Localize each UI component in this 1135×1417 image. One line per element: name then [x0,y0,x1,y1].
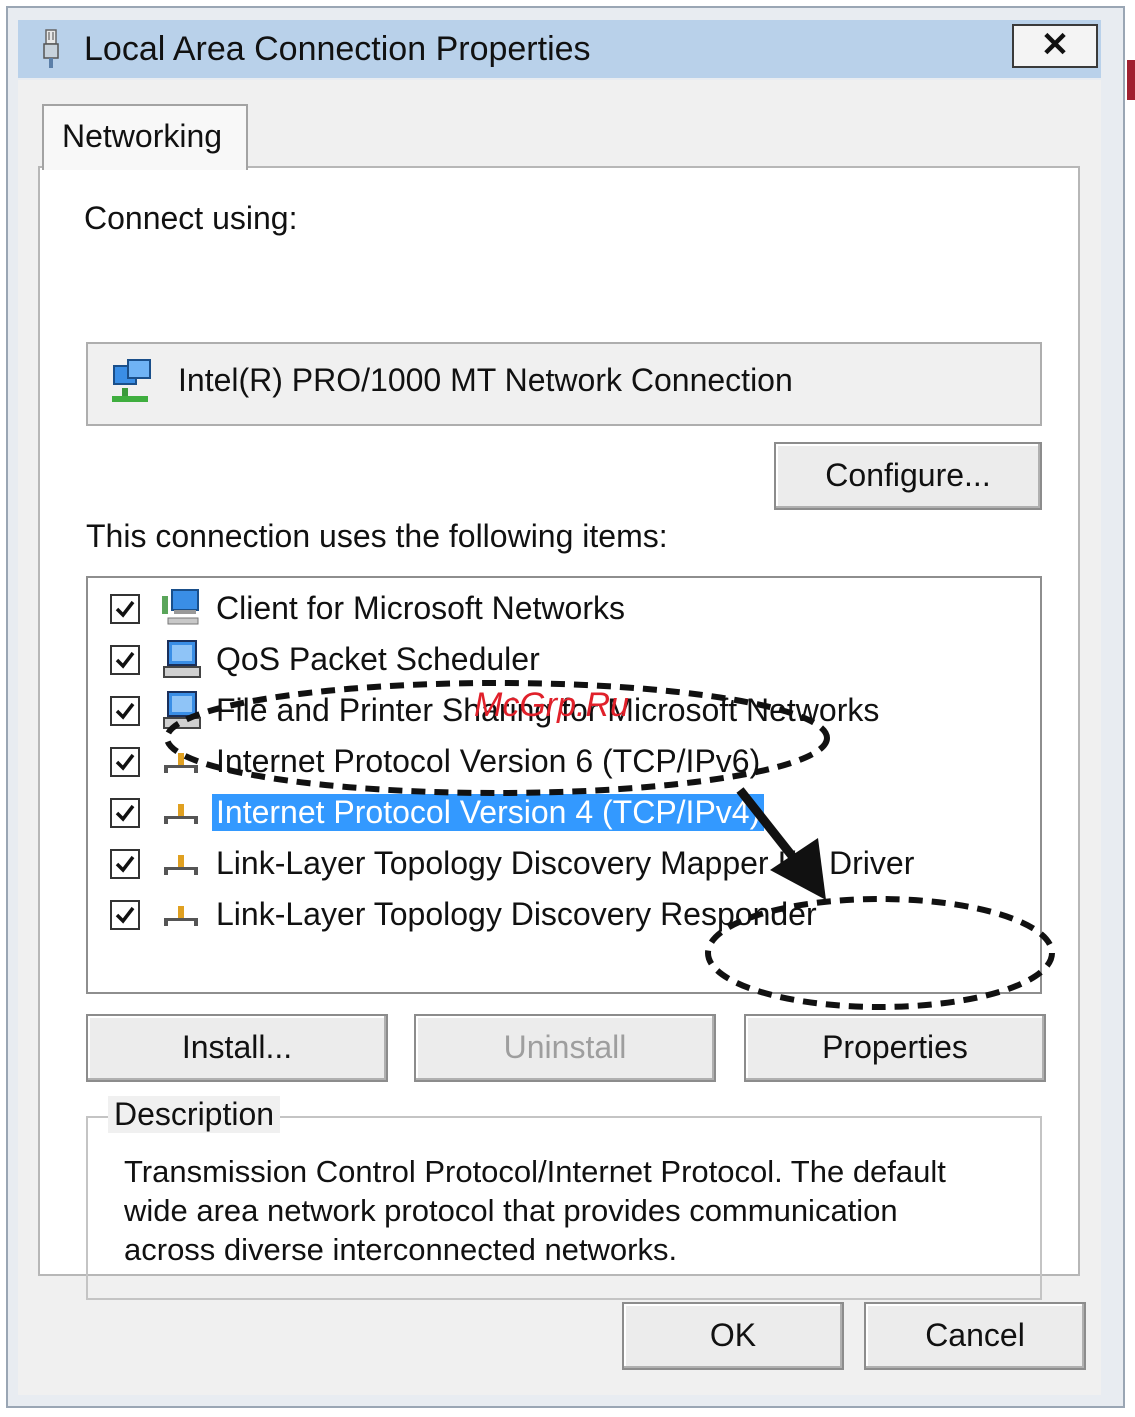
checkmark-icon [115,804,135,822]
protocol-icon [164,855,198,875]
close-button[interactable]: ✕ [1012,24,1098,68]
list-item[interactable]: Internet Protocol Version 6 (TCP/IPv6) [88,739,1028,785]
adapter-field: Intel(R) PRO/1000 MT Network Connection [86,342,1042,426]
description-line: across diverse interconnected networks. [124,1232,678,1267]
list-item-label: Link-Layer Topology Discovery Mapper I/O… [216,845,915,881]
title-bar[interactable]: Local Area Connection Properties ✕ [18,20,1101,78]
network-connector-icon [43,29,59,68]
tab-networking[interactable]: Networking [42,104,248,170]
tab-networking-label: Networking [62,118,223,154]
checkbox[interactable] [110,645,140,675]
checkmark-icon [115,651,135,669]
list-item[interactable]: Link-Layer Topology Discovery Responder [88,892,1028,938]
description-group: Description Transmission Control Protoco… [86,1096,1042,1300]
list-item[interactable]: Link-Layer Topology Discovery Mapper I/O… [88,841,1028,887]
checkbox[interactable] [110,900,140,930]
checkmark-icon [115,753,135,771]
list-item[interactable]: QoS Packet Scheduler [88,637,1028,683]
protocol-icon [164,906,198,926]
cancel-button[interactable]: Cancel [864,1302,1086,1370]
client-network-icon [162,589,199,625]
checkbox[interactable] [110,798,140,828]
items-label: This connection uses the following items… [86,518,668,554]
list-item-selected[interactable]: Internet Protocol Version 4 (TCP/IPv4) [88,790,1028,836]
configure-button[interactable]: Configure... [774,442,1042,510]
computer-icon [163,640,201,678]
description-line: Transmission Control Protocol/Internet P… [124,1154,946,1189]
list-item[interactable]: Client for Microsoft Networks [88,586,1028,632]
description-line: wide area network protocol that provides… [124,1193,898,1228]
list-item-label: Link-Layer Topology Discovery Responder [216,896,817,932]
watermark: McGrp.Ru [474,686,629,724]
uninstall-button[interactable]: Uninstall [414,1014,716,1082]
checkmark-icon [115,906,135,924]
window-title: Local Area Connection Properties [84,30,591,68]
properties-button[interactable]: Properties [744,1014,1046,1082]
protocol-icon [164,804,198,824]
checkbox[interactable] [110,849,140,879]
connect-using-label: Connect using: [84,200,298,236]
install-button[interactable]: Install... [86,1014,388,1082]
items-list[interactable]: Client for Microsoft Networks QoS Packet… [86,576,1042,994]
ok-button[interactable]: OK [622,1302,844,1370]
protocol-icon [164,753,198,773]
checkmark-icon [115,600,135,618]
dialog-client-area: Networking Connect using: Intel(R) PRO/1… [18,80,1101,1395]
checkbox[interactable] [110,594,140,624]
background-edge [1127,60,1135,100]
description-legend: Description [108,1096,281,1133]
checkmark-icon [115,855,135,873]
close-icon: ✕ [1040,26,1070,64]
list-item-label: Internet Protocol Version 6 (TCP/IPv6) [216,743,761,779]
list-item-label: Internet Protocol Version 4 (TCP/IPv4) [212,794,765,831]
list-item-label: Client for Microsoft Networks [216,590,625,626]
checkbox[interactable] [110,696,140,726]
checkmark-icon [115,702,135,720]
computer-icon [163,691,201,729]
network-adapter-icon [112,359,151,402]
list-item-label: QoS Packet Scheduler [216,641,540,677]
adapter-name: Intel(R) PRO/1000 MT Network Connection [178,362,793,398]
checkbox[interactable] [110,747,140,777]
